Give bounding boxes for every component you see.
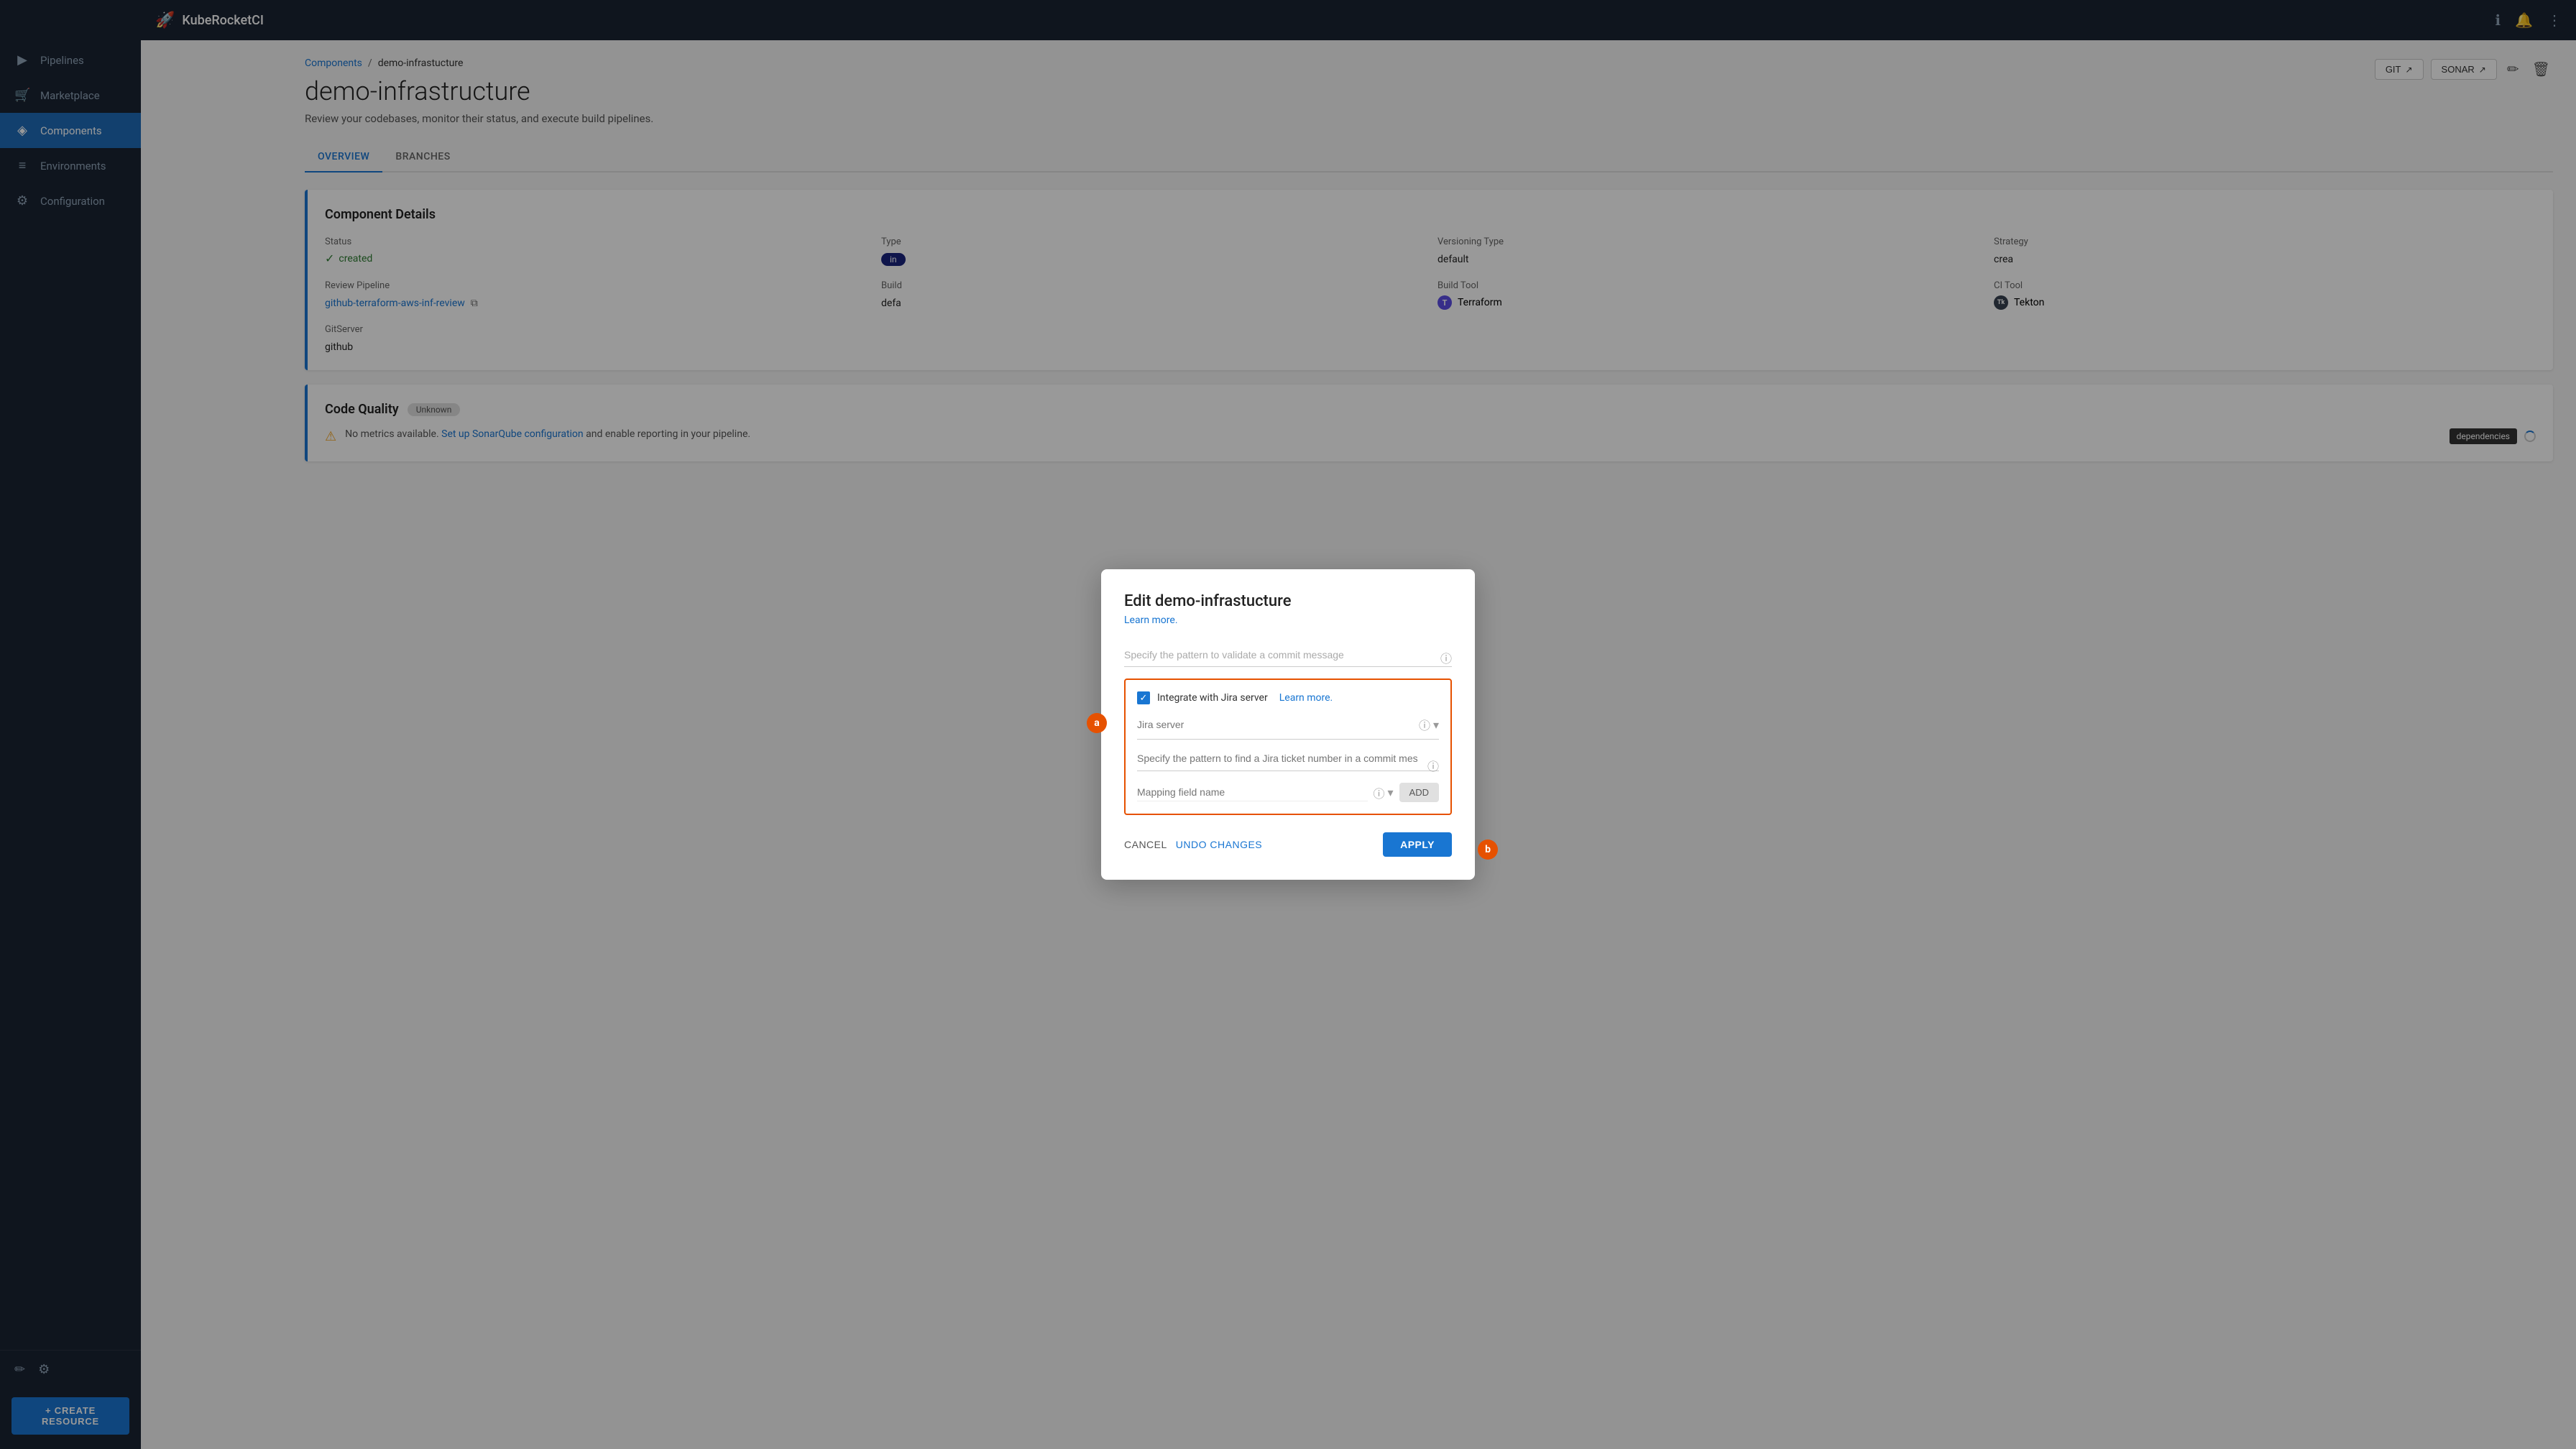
jira-ticket-info-icon[interactable]: ⓘ: [1427, 757, 1439, 774]
jira-checkbox-label: Integrate with Jira server: [1157, 692, 1268, 704]
jira-checkbox[interactable]: ✓: [1137, 691, 1150, 704]
commit-pattern-field: ⓘ: [1124, 643, 1452, 667]
annotation-a: a: [1087, 713, 1107, 733]
jira-server-info-icon[interactable]: ⓘ: [1419, 716, 1430, 733]
commit-pattern-info-icon[interactable]: ⓘ: [1440, 649, 1452, 666]
mapping-info-icon[interactable]: ⓘ: [1374, 784, 1385, 801]
mapping-field-input[interactable]: [1137, 783, 1368, 801]
jira-server-row: ⓘ ▾: [1137, 716, 1439, 740]
jira-checkbox-row: ✓ Integrate with Jira server Learn more.: [1137, 691, 1439, 704]
jira-section: ✓ Integrate with Jira server Learn more.…: [1124, 678, 1452, 815]
checkmark-icon: ✓: [1140, 693, 1148, 704]
jira-learn-more-link[interactable]: Learn more.: [1279, 692, 1333, 704]
add-mapping-button[interactable]: ADD: [1399, 783, 1439, 802]
cancel-button[interactable]: CANCEL: [1124, 839, 1167, 850]
mapping-icons: ⓘ ▾: [1374, 784, 1394, 801]
jira-ticket-field: ⓘ: [1137, 751, 1439, 771]
apply-button[interactable]: APPLY: [1383, 832, 1452, 857]
modal-overlay[interactable]: a Edit demo-infrastucture Learn more. ⓘ …: [0, 0, 2576, 1449]
modal-learn-more-link[interactable]: Learn more.: [1124, 615, 1452, 626]
annotation-b: b: [1478, 840, 1498, 860]
undo-changes-button[interactable]: UNDO CHANGES: [1176, 839, 1262, 850]
jira-server-input[interactable]: [1137, 719, 1419, 730]
jira-server-dropdown-icon[interactable]: ▾: [1433, 718, 1439, 732]
edit-modal: Edit demo-infrastucture Learn more. ⓘ ✓ …: [1101, 569, 1475, 880]
jira-ticket-input[interactable]: [1137, 753, 1439, 764]
mapping-row: ⓘ ▾ ADD: [1137, 783, 1439, 802]
mapping-dropdown-icon[interactable]: ▾: [1388, 786, 1394, 799]
jira-server-icons: ⓘ ▾: [1419, 716, 1439, 733]
modal-footer: CANCEL UNDO CHANGES APPLY: [1124, 832, 1452, 857]
modal-title: Edit demo-infrastucture: [1124, 592, 1452, 610]
commit-pattern-input[interactable]: [1124, 643, 1452, 667]
